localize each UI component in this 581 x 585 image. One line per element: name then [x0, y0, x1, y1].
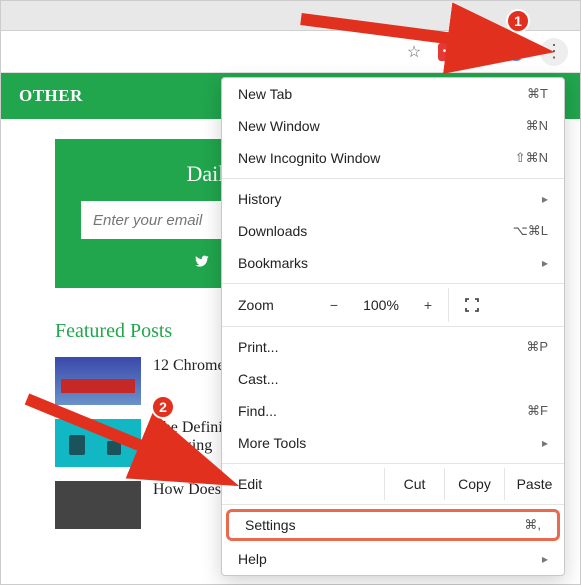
menu-item-new-incognito[interactable]: New Incognito Window ⇧⌘N: [222, 142, 564, 174]
menu-label: Help: [238, 551, 267, 567]
menu-label: New Tab: [238, 86, 292, 102]
edit-paste-button[interactable]: Paste: [504, 468, 564, 500]
twitter-icon[interactable]: [194, 253, 210, 274]
menu-shortcut: ⌘N: [526, 118, 548, 134]
separator: [222, 326, 564, 327]
menu-item-more-tools[interactable]: More Tools: [222, 427, 564, 459]
menu-item-edit: Edit Cut Copy Paste: [222, 468, 564, 500]
menu-shortcut: ⌘T: [527, 86, 548, 102]
browser-titlebar: [1, 1, 580, 31]
menu-item-print[interactable]: Print... ⌘P: [222, 331, 564, 363]
menu-shortcut: ⌘,: [524, 517, 541, 533]
post-thumbnail: [55, 419, 141, 467]
menu-label: Print...: [238, 339, 278, 355]
menu-item-settings[interactable]: Settings ⌘,: [226, 509, 560, 541]
extension-lastpass-icon[interactable]: •••: [438, 43, 458, 61]
chrome-menu: New Tab ⌘T New Window ⌘N New Incognito Win…: [221, 77, 565, 576]
menu-label: Bookmarks: [238, 255, 308, 271]
annotation-badge-2: 2: [151, 395, 175, 419]
extensions-icon[interactable]: [472, 42, 492, 62]
fullscreen-icon[interactable]: [448, 288, 494, 322]
browser-toolbar: ☆ ••• ⋮: [1, 31, 580, 73]
menu-item-new-window[interactable]: New Window ⌘N: [222, 110, 564, 142]
zoom-in-button[interactable]: +: [408, 297, 448, 313]
profile-icon[interactable]: [506, 42, 526, 62]
menu-label: Settings: [245, 517, 296, 533]
menu-label: New Incognito Window: [238, 150, 380, 166]
menu-label: History: [238, 191, 282, 207]
edit-cut-button[interactable]: Cut: [384, 468, 444, 500]
more-menu-button[interactable]: ⋮: [540, 38, 568, 66]
separator: [222, 178, 564, 179]
menu-item-find[interactable]: Find... ⌘F: [222, 395, 564, 427]
menu-item-bookmarks[interactable]: Bookmarks: [222, 247, 564, 279]
menu-label: New Window: [238, 118, 320, 134]
post-title: 12 Chrome: [153, 357, 225, 375]
menu-label: Downloads: [238, 223, 307, 239]
menu-item-new-tab[interactable]: New Tab ⌘T: [222, 78, 564, 110]
separator: [222, 283, 564, 284]
menu-shortcut: ⌥⌘L: [513, 223, 548, 239]
menu-item-history[interactable]: History: [222, 183, 564, 215]
post-title: The Defini Charging: [153, 419, 223, 455]
menu-shortcut: ⌘P: [526, 339, 548, 355]
menu-label: Cast...: [238, 371, 278, 387]
menu-item-zoom: Zoom − 100% +: [222, 288, 564, 322]
star-icon[interactable]: ☆: [404, 42, 424, 62]
annotation-badge-1: 1: [506, 9, 530, 33]
post-thumbnail: [55, 357, 141, 405]
menu-label: Zoom: [222, 297, 314, 313]
menu-item-downloads[interactable]: Downloads ⌥⌘L: [222, 215, 564, 247]
zoom-value: 100%: [354, 297, 408, 313]
menu-shortcut: ⌘F: [527, 403, 548, 419]
menu-label: Find...: [238, 403, 277, 419]
separator: [222, 504, 564, 505]
edit-copy-button[interactable]: Copy: [444, 468, 504, 500]
zoom-out-button[interactable]: −: [314, 297, 354, 313]
nav-item-other[interactable]: OTHER: [19, 86, 83, 106]
separator: [222, 463, 564, 464]
menu-item-cast[interactable]: Cast...: [222, 363, 564, 395]
menu-label: More Tools: [238, 435, 306, 451]
menu-item-help[interactable]: Help: [222, 543, 564, 575]
menu-label: Edit: [222, 476, 384, 492]
post-thumbnail: [55, 481, 141, 529]
menu-shortcut: ⇧⌘N: [515, 150, 548, 166]
